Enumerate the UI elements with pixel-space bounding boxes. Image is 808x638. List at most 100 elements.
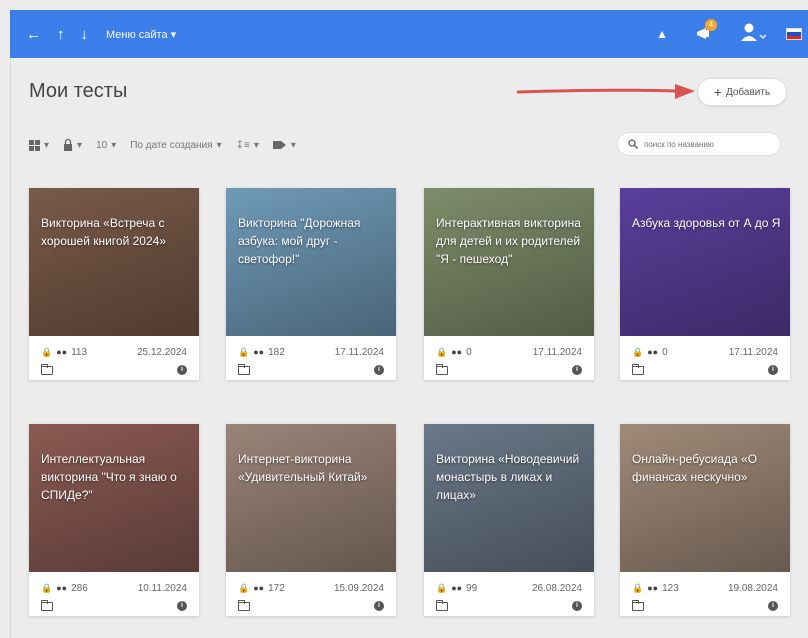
users-icon: ●● [451,347,463,357]
site-menu-button[interactable]: Меню сайта ▾ [106,28,176,41]
card-cover-image[interactable]: Викторина «Встреча с хорошей книгой 2024… [29,188,199,336]
lock-icon: 🔒 [238,346,250,357]
lock-icon [64,139,73,151]
info-icon[interactable]: i [177,601,187,611]
search-box[interactable] [617,132,781,156]
card-title[interactable]: Азбука здоровья от А до Я [632,214,782,232]
test-card[interactable]: Викторина "Дорожная азбука: мой друг - с… [226,188,396,380]
per-page-value: 10 [96,139,108,151]
card-footer: i [632,599,778,612]
info-icon[interactable]: i [768,601,778,611]
arrow-down-icon[interactable]: ↓ [81,27,89,42]
sort-order-icon: ↧≡ [235,139,250,151]
user-icon [741,23,767,41]
grid-icon [29,139,40,151]
test-card[interactable]: Викторина «Новодевичий монастырь в ликах… [424,424,594,616]
card-cover-image[interactable]: Интерактивная викторина для детей и их р… [424,188,594,336]
card-meta: 🔒 ●● 113 25.12.2024 [41,346,187,358]
chevron-down-icon: ▾ [216,139,222,151]
sort-select[interactable]: По дате создания ▾ [130,140,221,151]
test-card[interactable]: Викторина «Встреча с хорошей книгой 2024… [29,188,199,380]
add-test-button[interactable]: + Добавить [697,78,787,106]
test-card[interactable]: Интернет-викторина «Удивительный Китай» 🔒… [226,424,396,616]
main-panel: Мои тесты + Добавить ▾ ▾ 10 ▾ По дате со… [10,58,808,638]
lock-icon: 🔒 [436,346,448,357]
per-page-select[interactable]: 10 ▾ [96,140,116,151]
view-toggle[interactable]: ▾ [29,139,50,151]
sort-direction-toggle[interactable]: ↧≡ ▾ [236,140,259,151]
card-title[interactable]: Интернет-викторина «Удивительный Китай» [238,450,388,486]
search-input[interactable] [644,139,774,149]
card-meta: 🔒 ●● 172 15.09.2024 [238,582,384,594]
card-title[interactable]: Интерактивная викторина для детей и их р… [436,214,586,268]
pointer-arrow-annotation [517,84,695,99]
chevron-down-icon: ▾ [253,139,259,151]
card-cover-image[interactable]: Азбука здоровья от А до Я [620,188,790,336]
top-bar: ← ↑ ↓ Меню сайта ▾ ▲ 4 [10,10,808,58]
search-icon [628,139,638,149]
tag-filter[interactable]: ▾ [272,140,296,151]
folder-icon[interactable] [436,363,448,375]
folder-icon[interactable] [632,363,644,375]
info-icon[interactable]: i [374,601,384,611]
card-title[interactable]: Викторина "Дорожная азбука: мой друг - с… [238,214,388,268]
arrow-up-icon[interactable]: ↑ [57,27,65,42]
card-date: 10.11.2024 [137,582,187,594]
card-cover-image[interactable]: Викторина «Новодевичий монастырь в ликах… [424,424,594,572]
language-flag-icon[interactable] [786,28,802,40]
tag-icon [272,141,286,149]
info-icon[interactable]: i [177,365,187,375]
lock-icon: 🔒 [632,346,644,357]
card-participants-count: 0 [662,346,668,358]
card-cover-image[interactable]: Интернет-викторина «Удивительный Китай» [226,424,396,572]
test-card[interactable]: Интерактивная викторина для детей и их р… [424,188,594,380]
card-title[interactable]: Викторина «Встреча с хорошей книгой 2024… [41,214,191,250]
card-date: 26.08.2024 [531,582,582,594]
user-menu-button[interactable] [740,22,767,47]
folder-icon[interactable] [632,599,644,611]
access-filter[interactable]: ▾ [63,139,82,151]
test-card[interactable]: Онлайн-ребусиада «О финансах нескучно» 🔒 ●… [620,424,790,616]
card-footer: i [41,363,187,376]
folder-icon[interactable] [238,363,250,375]
info-icon[interactable]: i [572,601,582,611]
folder-icon[interactable] [41,599,53,611]
toolbar: ▾ ▾ 10 ▾ По дате создания ▾ ↧≡ ▾ ▾ [29,136,296,154]
site-menu-label: Меню сайта [106,28,168,41]
bell-icon[interactable]: ▲ [656,27,668,41]
card-date: 17.11.2024 [334,346,384,358]
card-cover-image[interactable]: Онлайн-ребусиада «О финансах нескучно» [620,424,790,572]
users-icon: ●● [451,583,463,593]
card-participants-count: 182 [268,346,285,358]
card-title[interactable]: Онлайн-ребусиада «О финансах нескучно» [632,450,782,486]
notification-badge: 4 [705,19,717,31]
arrow-left-icon[interactable]: ← [26,27,41,42]
card-cover-image[interactable]: Интеллектуальная викторина "Что я знаю о… [29,424,199,572]
card-footer: i [436,363,582,376]
test-card[interactable]: Интеллектуальная викторина "Что я знаю о… [29,424,199,616]
chevron-down-icon: ▾ [44,139,50,151]
card-title[interactable]: Интеллектуальная викторина "Что я знаю о… [41,450,191,504]
card-participants-count: 113 [71,346,88,358]
info-icon[interactable]: i [768,365,778,375]
card-cover-image[interactable]: Викторина "Дорожная азбука: мой друг - с… [226,188,396,336]
users-icon: ●● [647,583,659,593]
card-participants-count: 172 [268,582,285,594]
sort-label: По дате создания [130,139,213,151]
folder-icon[interactable] [436,599,448,611]
folder-icon[interactable] [238,599,250,611]
lock-icon: 🔒 [238,582,250,593]
card-footer: i [632,363,778,376]
card-date: 19.08.2024 [727,582,778,594]
folder-icon[interactable] [41,363,53,375]
card-title[interactable]: Викторина «Новодевичий монастырь в ликах… [436,450,586,504]
users-icon: ●● [647,347,659,357]
plus-icon: + [713,84,722,100]
test-card[interactable]: Азбука здоровья от А до Я 🔒 ●● 0 17.11.2024 i [620,188,790,380]
card-date: 17.11.2024 [532,346,582,358]
info-icon[interactable]: i [572,365,582,375]
card-footer: i [41,599,187,612]
notifications-button[interactable]: 4 [694,19,717,44]
info-icon[interactable]: i [374,365,384,375]
lock-icon: 🔒 [632,582,644,593]
